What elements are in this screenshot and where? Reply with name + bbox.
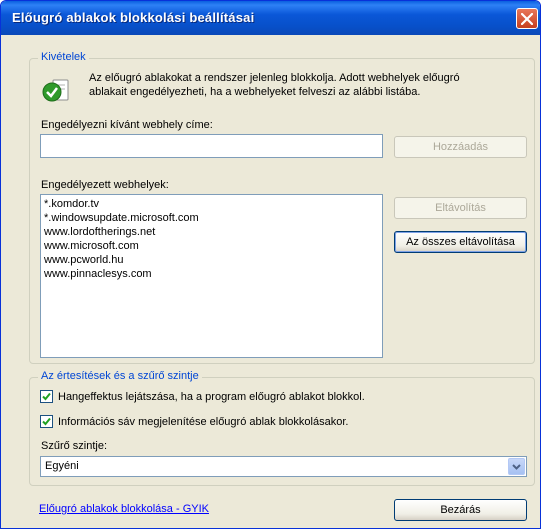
list-item[interactable]: www.pinnaclesys.com [41, 267, 382, 281]
info-text-line1: Az előugró ablakokat a rendszer jelenleg… [89, 72, 460, 84]
help-link[interactable]: Előugró ablakok blokkolása - GYIK [39, 503, 209, 515]
exceptions-legend: Kivételek [38, 51, 89, 63]
title-close-button[interactable] [516, 8, 538, 29]
sound-checkbox[interactable] [40, 390, 53, 403]
list-item[interactable]: *.windowsupdate.microsoft.com [41, 211, 382, 225]
address-label: Engedélyezni kívánt webhely címe: [41, 119, 213, 131]
infobar-checkbox-label[interactable]: Információs sáv megjelenítése előugró ab… [58, 415, 348, 429]
remove-all-button[interactable]: Az összes eltávolítása [394, 231, 527, 253]
title-bar[interactable]: Előugró ablakok blokkolási beállításai [1, 1, 540, 35]
filter-level-select[interactable]: Egyéni [40, 456, 527, 477]
address-input[interactable] [40, 134, 383, 158]
info-text-line2: ablakait engedélyezheti, ha a webhelyeke… [89, 86, 421, 98]
close-button[interactable]: Bezárás [394, 499, 527, 521]
shield-check-icon [41, 77, 69, 105]
add-button[interactable]: Hozzáadás [394, 136, 527, 158]
dialog-window: Előugró ablakok blokkolási beállításai K… [0, 0, 541, 529]
checkmark-icon [42, 392, 51, 401]
notifications-legend: Az értesítések és a szűrő szintje [38, 370, 202, 382]
allowed-sites-label: Engedélyezett webhelyek: [41, 179, 169, 191]
window-title: Előugró ablakok blokkolási beállításai [12, 10, 255, 25]
remove-button[interactable]: Eltávolítás [394, 197, 527, 219]
list-item[interactable]: www.pcworld.hu [41, 253, 382, 267]
list-item[interactable]: www.lordoftherings.net [41, 225, 382, 239]
chevron-down-icon [512, 464, 521, 470]
sound-checkbox-label[interactable]: Hangeffektus lejátszása, ha a program el… [58, 390, 365, 404]
filter-level-label: Szűrő szintje: [41, 440, 108, 452]
checkmark-icon [42, 417, 51, 426]
list-item[interactable]: *.komdor.tv [41, 197, 382, 211]
list-item[interactable]: www.microsoft.com [41, 239, 382, 253]
filter-level-value: Egyéni [45, 460, 79, 472]
close-icon [521, 13, 533, 25]
allowed-sites-list[interactable]: *.komdor.tv *.windowsupdate.microsoft.co… [40, 194, 383, 358]
infobar-checkbox[interactable] [40, 415, 53, 428]
dropdown-button[interactable] [508, 458, 525, 475]
